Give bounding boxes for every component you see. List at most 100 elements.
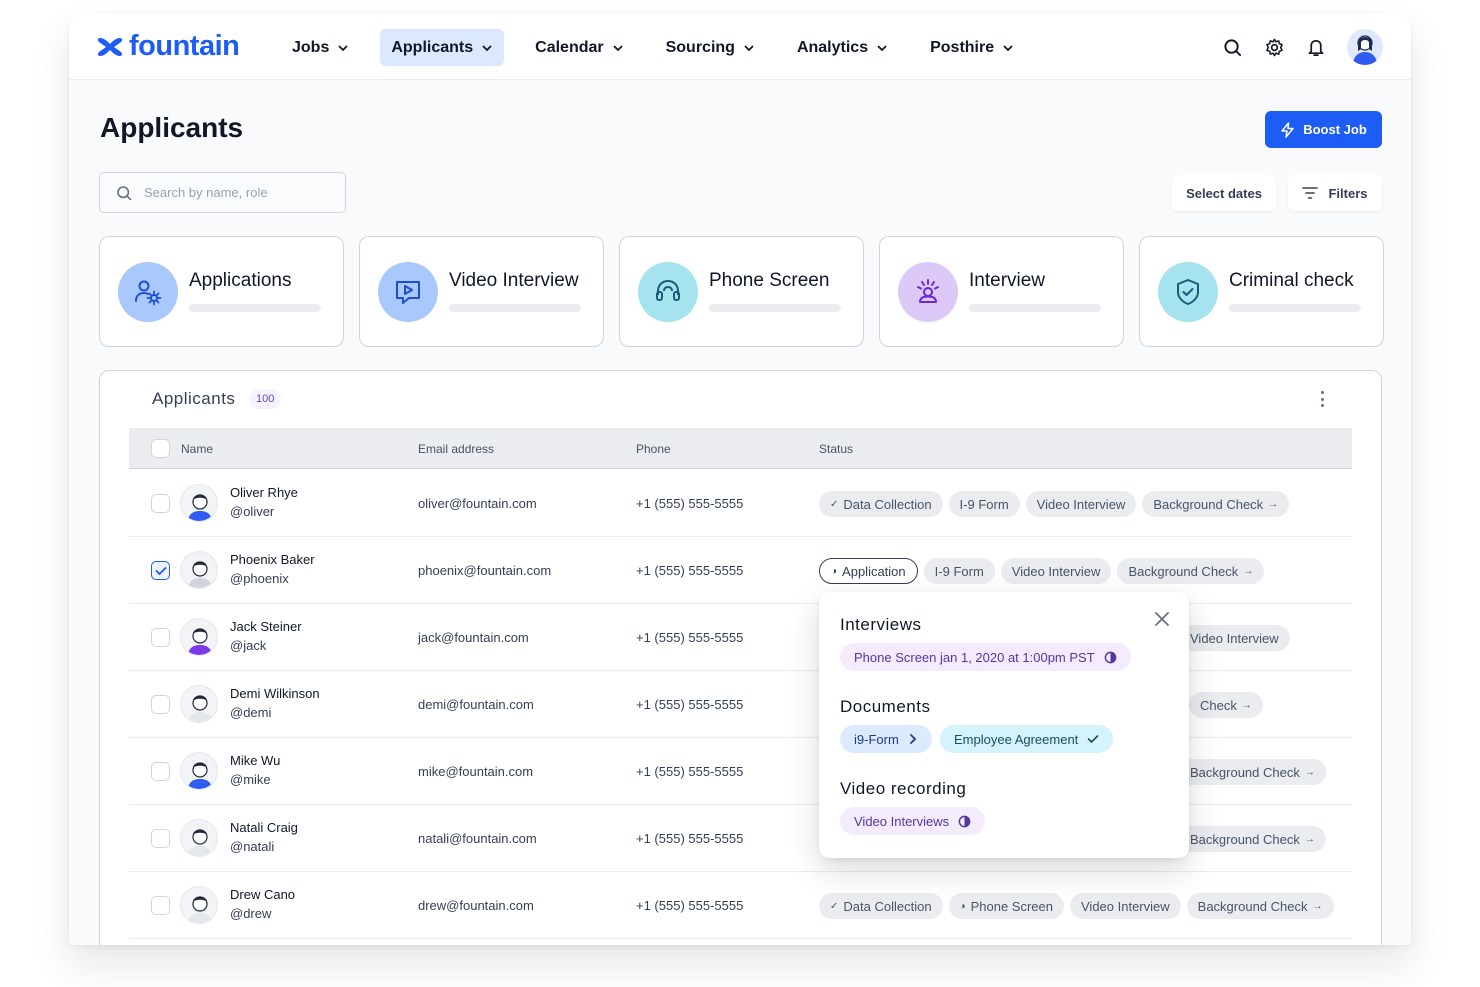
status-pill[interactable]: Video Interview xyxy=(1000,558,1112,584)
applicant-phone: +1 (555) 555-5555 xyxy=(636,831,744,846)
applicant-name[interactable]: Drew Cano xyxy=(230,887,295,902)
status-pill[interactable]: ◑ Application xyxy=(819,558,918,584)
applicant-name[interactable]: Natali Craig xyxy=(230,820,298,835)
column-header-status[interactable]: Status xyxy=(819,442,853,456)
table-row[interactable]: Oliver Rhye @oliver oliver@fountain.com +1 … xyxy=(129,470,1352,537)
row-checkbox[interactable] xyxy=(151,494,170,513)
column-header-email[interactable]: Email address xyxy=(418,442,494,456)
row-checkbox[interactable] xyxy=(151,628,170,647)
nav-applicants-label: Applicants xyxy=(391,38,474,56)
stage-card-video-interview[interactable]: Video Interview xyxy=(359,236,604,347)
arrow-right-icon: → xyxy=(1312,900,1323,912)
arrow-right-icon: → xyxy=(1241,699,1252,711)
applicant-name[interactable]: Phoenix Baker xyxy=(230,552,315,567)
applicant-email[interactable]: demi@fountain.com xyxy=(418,697,534,712)
select-all-checkbox[interactable] xyxy=(151,439,170,458)
table-header: Name Email address Phone Status xyxy=(129,428,1352,469)
table-row[interactable]: Drew Cano @drew drew@fountain.com +1 (555) … xyxy=(129,872,1352,939)
stage-card-phone-screen[interactable]: Phone Screen xyxy=(619,236,864,347)
applicant-name[interactable]: Jack Steiner xyxy=(230,619,302,634)
nav-posthire-label: Posthire xyxy=(930,38,995,56)
applicant-email[interactable]: phoenix@fountain.com xyxy=(418,563,551,578)
stage-card-applications[interactable]: Applications xyxy=(99,236,344,347)
i9-form-chip[interactable]: i9-Form xyxy=(840,725,932,753)
nav-analytics[interactable]: Analytics xyxy=(786,29,899,66)
applicant-name[interactable]: Oliver Rhye xyxy=(230,485,298,500)
stage-card-interview[interactable]: Interview xyxy=(879,236,1124,347)
video-interviews-chip[interactable]: Video Interviews xyxy=(840,807,986,835)
applicant-email[interactable]: mike@fountain.com xyxy=(418,764,533,779)
stage-card-criminal-check[interactable]: Criminal check xyxy=(1139,236,1384,347)
fountain-logo[interactable]: fountain xyxy=(97,30,240,63)
status-pill[interactable]: Video Interview xyxy=(1025,491,1137,517)
status-pill[interactable]: Background Check → xyxy=(1117,558,1265,584)
select-dates-button[interactable]: Select dates xyxy=(1172,175,1276,211)
nav-posthire[interactable]: Posthire xyxy=(919,29,1025,66)
chevron-down-icon xyxy=(877,44,887,51)
applicant-handle: @oliver xyxy=(230,504,275,519)
applicant-email[interactable]: jack@fountain.com xyxy=(418,630,529,645)
bell-icon[interactable] xyxy=(1305,36,1327,58)
status-pill-label: Video Interview xyxy=(1036,496,1126,512)
applicant-handle: @phoenix xyxy=(230,571,289,586)
chevron-down-icon xyxy=(612,44,623,51)
headset-icon xyxy=(638,262,698,322)
video-interviews-chip-label: Video Interviews xyxy=(854,813,950,829)
stage-label: Video Interview xyxy=(449,270,579,291)
nav-calendar[interactable]: Calendar xyxy=(524,29,634,66)
more-options-icon[interactable] xyxy=(1316,389,1328,409)
boost-job-button[interactable]: Boost Job xyxy=(1265,111,1382,148)
count-badge: 100 xyxy=(249,389,282,409)
avatar xyxy=(180,886,218,924)
status-pill[interactable]: I-9 Form xyxy=(923,558,995,584)
status-pill[interactable]: ◑ Phone Screen xyxy=(948,893,1064,919)
avatar xyxy=(180,685,218,723)
nav-sourcing[interactable]: Sourcing xyxy=(655,29,766,66)
employee-agreement-chip[interactable]: Employee Agreement xyxy=(940,725,1114,753)
status-pill-label: I-9 Form xyxy=(959,496,1009,512)
status-pill[interactable]: ✓ Data Collection xyxy=(819,491,943,517)
nav-jobs[interactable]: Jobs xyxy=(281,29,360,66)
status-pill-label: Background Check xyxy=(1153,496,1264,512)
status-pill[interactable]: Background Check → xyxy=(1179,759,1326,785)
gear-icon[interactable] xyxy=(1263,36,1285,58)
status-pill[interactable]: I-9 Form xyxy=(948,491,1020,517)
status-pill[interactable]: ✓ Data Collection xyxy=(819,893,943,919)
applicant-email[interactable]: natali@fountain.com xyxy=(418,831,537,846)
status-pill-label: I-9 Form xyxy=(934,563,984,579)
row-checkbox[interactable] xyxy=(151,561,170,580)
interview-chip[interactable]: Phone Screen jan 1, 2020 at 1:00pm PST xyxy=(840,643,1131,671)
status-prefix-icon: ✓ xyxy=(830,900,839,912)
status-pill[interactable]: Video Interview xyxy=(1179,625,1290,651)
status-pill-label: Background Check xyxy=(1190,764,1300,780)
column-header-name[interactable]: Name xyxy=(181,442,213,456)
row-checkbox[interactable] xyxy=(151,829,170,848)
column-header-phone[interactable]: Phone xyxy=(636,442,671,456)
status-pills: ✓ Data Collection I-9 Form Video Interview B… xyxy=(819,491,1290,517)
nav-applicants[interactable]: Applicants xyxy=(380,29,505,66)
boost-job-label: Boost Job xyxy=(1303,122,1367,137)
applicant-phone: +1 (555) 555-5555 xyxy=(636,898,744,913)
status-pill[interactable]: Background Check → xyxy=(1179,826,1326,852)
applicant-name[interactable]: Mike Wu xyxy=(230,753,280,768)
status-pill[interactable]: Background Check → xyxy=(1186,893,1334,919)
applicant-email[interactable]: drew@fountain.com xyxy=(418,898,534,913)
interview-chip-label: Phone Screen jan 1, 2020 at 1:00pm PST xyxy=(854,649,1095,665)
applicant-handle: @mike xyxy=(230,772,271,787)
applicant-name[interactable]: Demi Wilkinson xyxy=(230,686,320,701)
status-pill[interactable]: Background Check → xyxy=(1142,491,1290,517)
row-checkbox[interactable] xyxy=(151,762,170,781)
status-pill[interactable]: Check → xyxy=(1189,692,1263,718)
search-input[interactable] xyxy=(144,185,324,200)
stage-label: Interview xyxy=(969,270,1046,291)
search-icon[interactable] xyxy=(1221,36,1243,58)
arrow-right-icon: → xyxy=(1304,766,1315,778)
row-checkbox[interactable] xyxy=(151,896,170,915)
close-icon[interactable] xyxy=(1153,610,1171,628)
status-pill[interactable]: Video Interview xyxy=(1070,893,1181,919)
user-avatar[interactable] xyxy=(1347,29,1383,65)
table-title: Applicants xyxy=(152,389,236,408)
filters-button[interactable]: Filters xyxy=(1288,175,1382,211)
applicant-email[interactable]: oliver@fountain.com xyxy=(418,496,537,511)
row-checkbox[interactable] xyxy=(151,695,170,714)
